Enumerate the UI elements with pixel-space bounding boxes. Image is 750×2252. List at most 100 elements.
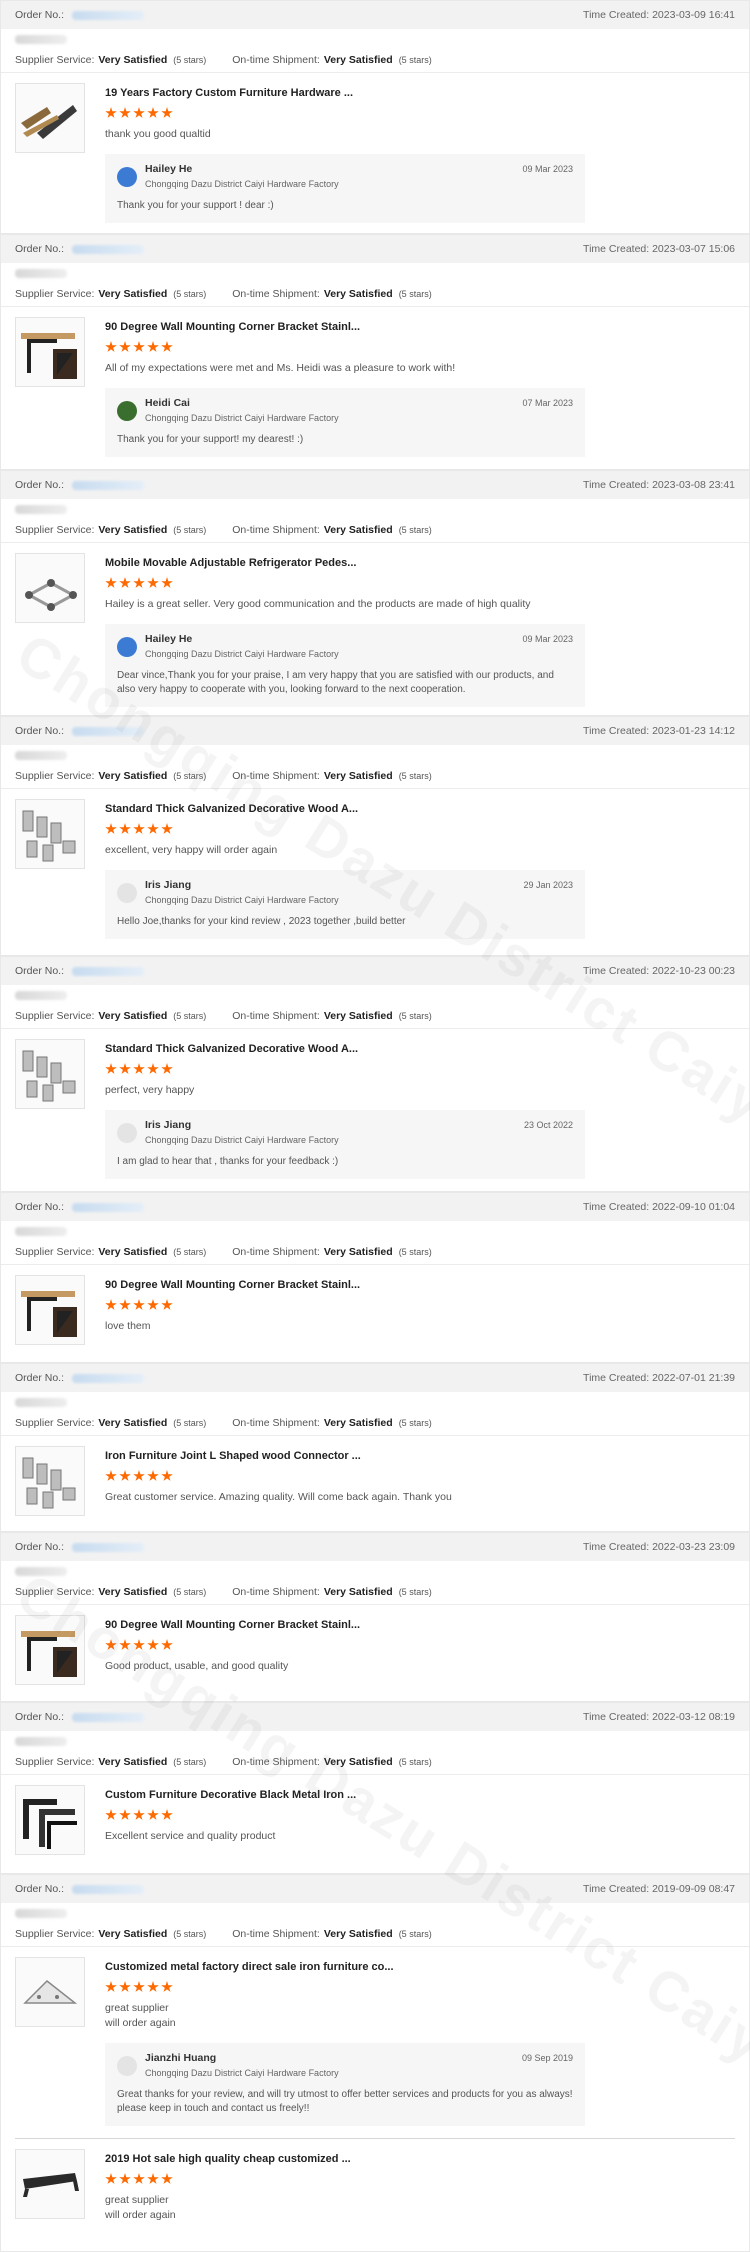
star-icon (119, 1299, 131, 1310)
product-title-link[interactable]: Mobile Movable Adjustable Refrigerator P… (105, 557, 585, 569)
order-number-label: Order No.: (15, 9, 65, 21)
order-header: Order No.: Time Created: 2023-03-07 15:06 (1, 235, 749, 263)
order-number-redacted (72, 244, 145, 254)
star-icon (161, 1063, 173, 1074)
star-icon (105, 341, 117, 352)
product-thumbnail[interactable] (15, 799, 85, 869)
order-number: Order No.: (15, 479, 145, 491)
supplier-rating: Supplier Service: Very Satisfied (5 stars)… (1, 1003, 749, 1029)
supplier-service-label: Supplier Service: (15, 1245, 95, 1258)
product-thumbnail[interactable] (15, 1446, 85, 1516)
order-number-label: Order No.: (15, 725, 65, 737)
avatar (117, 167, 137, 187)
supplier-service-rating: Supplier Service: Very Satisfied (5 stars) (15, 1928, 206, 1940)
order-number: Order No.: (15, 1201, 145, 1213)
star-rating (105, 577, 585, 589)
order-number-label: Order No.: (15, 1372, 65, 1384)
on-time-shipment-label: On-time Shipment: (232, 523, 320, 536)
buyer-blur (15, 751, 67, 760)
star-icon (119, 1470, 131, 1481)
reply-name: Hailey He (145, 163, 193, 175)
product-title-link[interactable]: 90 Degree Wall Mounting Corner Bracket S… (105, 1619, 585, 1631)
product-title-link[interactable]: 90 Degree Wall Mounting Corner Bracket S… (105, 321, 585, 333)
supplier-service-rating: Supplier Service: Very Satisfied (5 stars) (15, 1586, 206, 1598)
product-thumbnail[interactable] (15, 1957, 85, 2027)
supplier-reply: Iris Jiang Chongqing Dazu District Caiyi … (105, 870, 585, 939)
on-time-shipment-label: On-time Shipment: (232, 287, 320, 300)
product-thumbnail[interactable] (15, 1039, 85, 1109)
on-time-shipment-label: On-time Shipment: (232, 1245, 320, 1258)
star-icon (133, 1299, 145, 1310)
supplier-service-label: Supplier Service: (15, 53, 95, 66)
reply-company: Chongqing Dazu District Caiyi Hardware F… (145, 179, 339, 189)
order-header: Order No.: Time Created: 2022-10-23 00:23 (1, 957, 749, 985)
supplier-reply: Iris Jiang Chongqing Dazu District Caiyi … (105, 1110, 585, 1179)
product-thumbnail[interactable] (15, 1785, 85, 1855)
review-item: 2019 Hot sale high quality cheap customi… (1, 2139, 749, 2235)
avatar (117, 401, 137, 421)
review-content: Standard Thick Galvanized Decorative Woo… (105, 799, 735, 939)
product-title-link[interactable]: Standard Thick Galvanized Decorative Woo… (105, 803, 585, 815)
order-card: Order No.: Time Created: 2023-03-08 23:41… (0, 470, 750, 716)
star-icon (147, 1981, 159, 1992)
star-rating (105, 341, 585, 353)
review-comment: perfect, very happy (105, 1084, 195, 1096)
time-created: Time Created: 2023-03-09 16:41 (583, 9, 735, 21)
review-comment: thank you good qualtid (105, 128, 211, 140)
supplier-service-label: Supplier Service: (15, 1927, 95, 1940)
star-icon (147, 1299, 159, 1310)
star-icon (161, 1809, 173, 1820)
reply-company: Chongqing Dazu District Caiyi Hardware F… (145, 649, 339, 659)
star-icon (161, 341, 173, 352)
on-time-shipment-value: Very Satisfied (323, 1927, 393, 1940)
supplier-rating: Supplier Service: Very Satisfied (5 stars)… (1, 281, 749, 307)
supplier-service-rating: Supplier Service: Very Satisfied (5 stars) (15, 54, 206, 66)
reply-header: Hailey He Chongqing Dazu District Caiyi H… (117, 163, 573, 189)
order-header: Order No.: Time Created: 2022-03-12 08:19 (1, 1703, 749, 1731)
supplier-rating: Supplier Service: Very Satisfied (5 stars)… (1, 1749, 749, 1775)
product-title-link[interactable]: Customized metal factory direct sale iro… (105, 1961, 585, 1973)
review-content: Standard Thick Galvanized Decorative Woo… (105, 1039, 735, 1179)
order-number-label: Order No.: (15, 479, 65, 491)
reply-author: Hailey He Chongqing Dazu District Caiyi H… (145, 633, 339, 659)
reply-name: Hailey He (145, 633, 193, 645)
product-thumbnail[interactable] (15, 1615, 85, 1685)
supplier-service-value: Very Satisfied (98, 1009, 168, 1022)
product-title-link[interactable]: 90 Degree Wall Mounting Corner Bracket S… (105, 1279, 585, 1291)
product-title-link[interactable]: Standard Thick Galvanized Decorative Woo… (105, 1043, 585, 1055)
product-thumbnail[interactable] (15, 317, 85, 387)
review-comment: Excellent service and quality product (105, 1830, 276, 1842)
supplier-reply: Jianzhi Huang Chongqing Dazu District Cai… (105, 2043, 585, 2126)
on-time-shipment-stars: (5 stars) (398, 54, 432, 65)
star-icon (133, 1470, 145, 1481)
review-item: Iron Furniture Joint L Shaped wood Conne… (1, 1436, 749, 1528)
buyer-blur (15, 1567, 67, 1576)
supplier-service-value: Very Satisfied (98, 1755, 168, 1768)
star-rating (105, 823, 585, 835)
star-icon (119, 341, 131, 352)
on-time-shipment-label: On-time Shipment: (232, 1755, 320, 1768)
star-icon (119, 2173, 131, 2184)
star-icon (119, 1639, 131, 1650)
on-time-shipment-stars: (5 stars) (398, 524, 432, 535)
product-title-link[interactable]: Iron Furniture Joint L Shaped wood Conne… (105, 1450, 585, 1462)
star-icon (133, 341, 145, 352)
product-thumbnail[interactable] (15, 2149, 85, 2219)
order-number-label: Order No.: (15, 1883, 65, 1895)
avatar (117, 637, 137, 657)
buyer-blur (15, 505, 67, 514)
product-title-link[interactable]: Custom Furniture Decorative Black Metal … (105, 1789, 585, 1801)
supplier-service-stars: (5 stars) (173, 54, 207, 65)
product-thumbnail[interactable] (15, 553, 85, 623)
product-thumbnail[interactable] (15, 1275, 85, 1345)
on-time-shipment-rating: On-time Shipment: Very Satisfied (5 stars) (232, 1928, 431, 1940)
order-header: Order No.: Time Created: 2022-07-01 21:39 (1, 1364, 749, 1392)
review-comment: great supplier will order again (105, 2194, 176, 2221)
reply-header: Jianzhi Huang Chongqing Dazu District Cai… (117, 2052, 573, 2078)
product-title-link[interactable]: 19 Years Factory Custom Furniture Hardwa… (105, 87, 585, 99)
reply-text: Dear vince,Thank you for your praise, I … (117, 670, 554, 695)
product-thumbnail[interactable] (15, 83, 85, 153)
star-icon (161, 1981, 173, 1992)
star-rating (105, 2173, 585, 2185)
product-title-link[interactable]: 2019 Hot sale high quality cheap customi… (105, 2153, 585, 2165)
